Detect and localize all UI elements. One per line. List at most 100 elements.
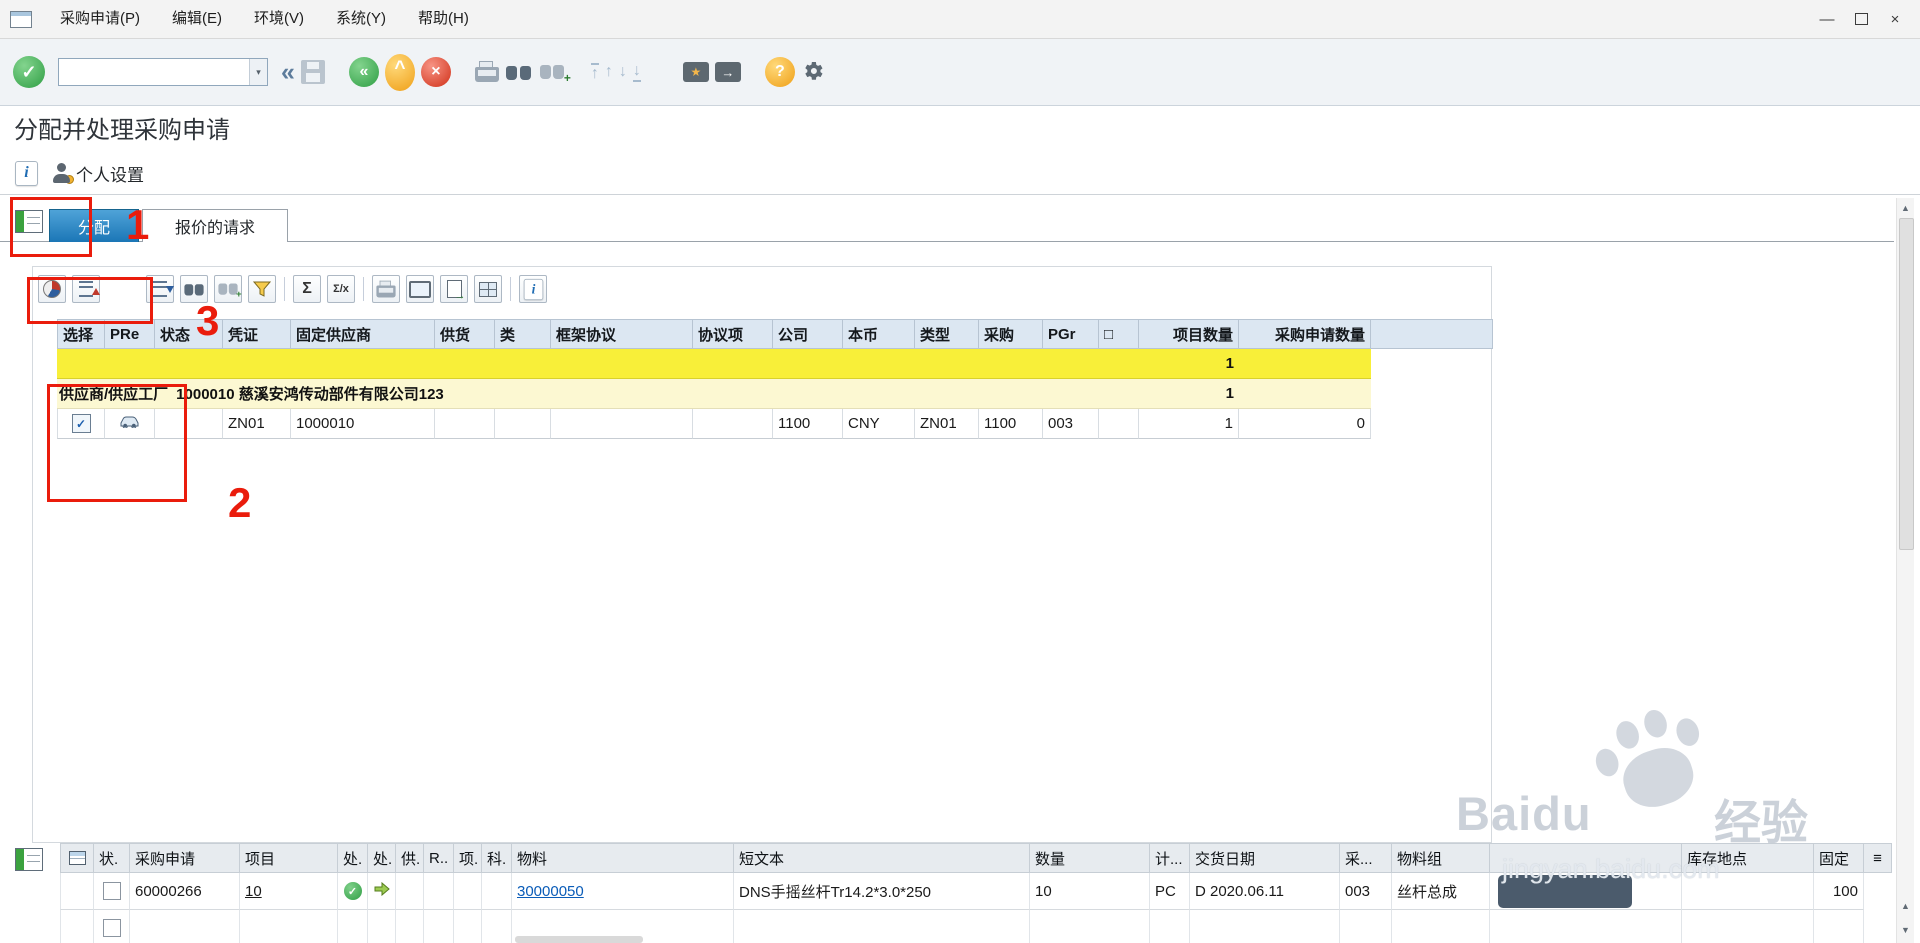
- header-cell[interactable]: 状.: [94, 843, 130, 873]
- cell[interactable]: PC: [1150, 873, 1190, 910]
- cell[interactable]: [454, 873, 482, 910]
- cell[interactable]: 1100: [773, 409, 843, 439]
- cell[interactable]: [1340, 910, 1392, 943]
- maximize-button[interactable]: [1846, 6, 1876, 32]
- header-cell[interactable]: □: [1099, 319, 1139, 349]
- shortcut-button[interactable]: →: [712, 52, 744, 92]
- cell[interactable]: [482, 873, 512, 910]
- menu-item-3[interactable]: 系统(Y): [320, 0, 402, 38]
- cell[interactable]: 10: [1030, 873, 1150, 910]
- cell[interactable]: 1100: [979, 409, 1043, 439]
- cell[interactable]: [1392, 910, 1490, 943]
- header-cell[interactable]: 供.: [396, 843, 424, 873]
- info-button[interactable]: i: [12, 153, 41, 193]
- cell[interactable]: [424, 873, 454, 910]
- page-up-button[interactable]: ↑: [602, 52, 616, 92]
- scroll-up-icon[interactable]: ▲: [1897, 200, 1914, 216]
- header-cell[interactable]: R..: [424, 843, 454, 873]
- command-field[interactable]: [58, 58, 268, 86]
- table-settings-button[interactable]: ≡: [1864, 843, 1892, 873]
- cell[interactable]: [94, 910, 130, 943]
- cell[interactable]: [130, 910, 240, 943]
- cell[interactable]: [396, 873, 424, 910]
- cell[interactable]: [693, 409, 773, 439]
- help-button[interactable]: ?: [762, 52, 798, 92]
- cell[interactable]: [240, 910, 338, 943]
- cell[interactable]: [424, 910, 454, 943]
- menu-item-0[interactable]: 采购申请(P): [44, 0, 156, 38]
- personal-settings-button[interactable]: 个人设置: [49, 153, 147, 193]
- header-cell[interactable]: 类: [495, 319, 551, 349]
- cell[interactable]: [551, 409, 693, 439]
- cell[interactable]: 1000010: [291, 409, 435, 439]
- header-cell[interactable]: 固定供应商: [291, 319, 435, 349]
- cell[interactable]: 10: [240, 873, 338, 910]
- find-next-button[interactable]: +: [535, 52, 571, 92]
- header-cell[interactable]: 项目: [240, 843, 338, 873]
- minimize-button[interactable]: —: [1812, 6, 1842, 32]
- header-cell[interactable]: PGr: [1043, 319, 1099, 349]
- create-shortcut-button[interactable]: ★: [680, 52, 712, 92]
- material-link[interactable]: 30000050: [517, 883, 584, 900]
- views-button[interactable]: [406, 275, 434, 303]
- scrollbar-thumb[interactable]: [1899, 218, 1914, 550]
- header-cell[interactable]: 协议项: [693, 319, 773, 349]
- cell[interactable]: [435, 409, 495, 439]
- print-button[interactable]: [372, 275, 400, 303]
- cell[interactable]: [396, 910, 424, 943]
- cell[interactable]: [60, 873, 94, 910]
- cell[interactable]: [368, 873, 396, 910]
- cell[interactable]: [495, 409, 551, 439]
- header-cell[interactable]: [60, 843, 94, 873]
- header-cell[interactable]: 凭证: [223, 319, 291, 349]
- menu-item-4[interactable]: 帮助(H): [402, 0, 485, 38]
- customize-button[interactable]: [798, 52, 828, 92]
- view-toggle-icon[interactable]: [15, 848, 43, 871]
- cell[interactable]: 1: [1139, 409, 1239, 439]
- cell[interactable]: [338, 910, 368, 943]
- cell[interactable]: [1099, 409, 1139, 439]
- header-cell[interactable]: 物料组: [1392, 843, 1490, 873]
- cell[interactable]: CNY: [843, 409, 915, 439]
- scroll-down-icon[interactable]: ▼: [1897, 922, 1914, 938]
- header-cell[interactable]: 项目数量: [1139, 319, 1239, 349]
- header-cell[interactable]: 供货: [435, 319, 495, 349]
- header-cell[interactable]: 物料: [512, 843, 734, 873]
- cancel-button[interactable]: ×: [418, 52, 454, 92]
- header-cell[interactable]: 本币: [843, 319, 915, 349]
- cell[interactable]: 30000050: [512, 873, 734, 910]
- back-double-button[interactable]: «: [278, 52, 298, 92]
- info-button[interactable]: i: [519, 275, 547, 303]
- command-dropdown-button[interactable]: ▾: [249, 59, 267, 85]
- subtotal-button[interactable]: Σ/x: [327, 275, 355, 303]
- header-cell[interactable]: 项.: [454, 843, 482, 873]
- header-cell[interactable]: 采...: [1340, 843, 1392, 873]
- header-cell[interactable]: 框架协议: [551, 319, 693, 349]
- menu-item-2[interactable]: 环境(V): [238, 0, 320, 38]
- cell[interactable]: ZN01: [223, 409, 291, 439]
- row-checkbox[interactable]: [102, 882, 121, 900]
- item-row[interactable]: [60, 910, 1892, 943]
- cell[interactable]: DNS手摇丝杆Tr14.2*3.0*250: [734, 873, 1030, 910]
- system-menu-icon[interactable]: [10, 10, 32, 28]
- cell[interactable]: 100: [1814, 873, 1864, 910]
- cell[interactable]: [1490, 910, 1682, 943]
- cell[interactable]: [94, 873, 130, 910]
- last-page-button[interactable]: ↓: [630, 52, 644, 92]
- first-page-button[interactable]: ↑: [588, 52, 602, 92]
- cell[interactable]: [1682, 910, 1814, 943]
- cell[interactable]: [482, 910, 512, 943]
- export-button[interactable]: [440, 275, 468, 303]
- cell[interactable]: D 2020.06.11: [1190, 873, 1340, 910]
- exit-button[interactable]: ^: [382, 52, 418, 92]
- menu-item-1[interactable]: 编辑(E): [156, 0, 238, 38]
- cell[interactable]: 003: [1043, 409, 1099, 439]
- cell[interactable]: [734, 910, 1030, 943]
- cell[interactable]: ZN01: [915, 409, 979, 439]
- header-cell[interactable]: 处.: [368, 843, 396, 873]
- horizontal-scrollbar-thumb[interactable]: [515, 936, 643, 943]
- cell[interactable]: [60, 910, 94, 943]
- sum-button[interactable]: Σ: [293, 275, 321, 303]
- page-down-button[interactable]: ↓: [616, 52, 630, 92]
- cell[interactable]: 0: [1239, 409, 1371, 439]
